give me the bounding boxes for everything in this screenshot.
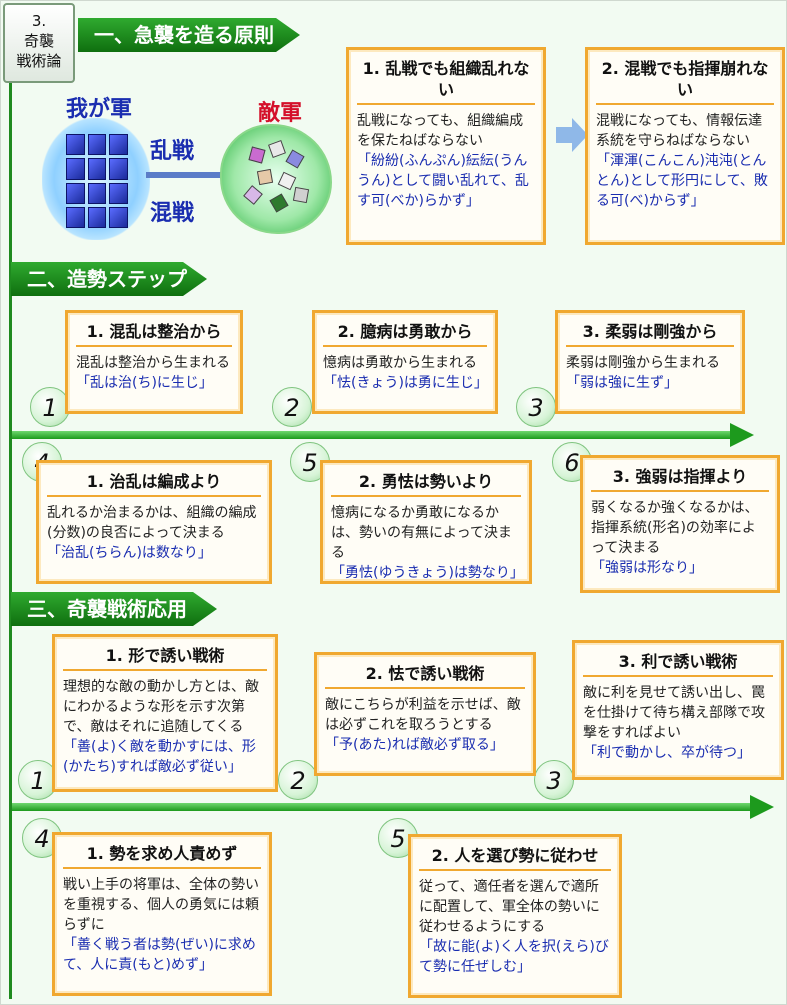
tactic-number-badge: 3	[534, 760, 574, 800]
tactic-quote: 「利で動かし、卒が待つ」	[583, 745, 751, 761]
tactic-desc: 敵にこちらが利益を示せば、敵は必ずこれを取ろうとする	[325, 697, 521, 733]
tactic-title: 1. 勢を求め人責めず	[63, 843, 261, 869]
step-title: 1. 治乱は編成より	[47, 471, 261, 497]
step-title: 2. 勇怯は勢いより	[331, 471, 521, 497]
principle-box-1: 1. 乱戦でも組織乱れない 乱戦になっても、組織編成を保たねばならない 「紛紛(…	[346, 47, 546, 245]
vertical-rail	[9, 74, 12, 999]
step-box-4: 1. 治乱は編成より 乱れるか治まるかは、組織の編成(分数)の良否によって決まる…	[36, 460, 272, 584]
principle-desc: 混戦になっても、情報伝達系統を守らねばならない	[596, 113, 763, 149]
tactic-desc: 戦い上手の将軍は、全体の勢いを重視する、個人の勇気には頼らずに	[63, 877, 259, 933]
section-banner-2: 二、造勢ステップ	[11, 262, 207, 296]
tactic-quote: 「善(よ)く敵を動かすには、形(かたち)すれば敵必ず従い」	[63, 739, 256, 775]
step-quote: 「怯(きょう)は勇に生じ」	[323, 375, 488, 391]
tactic-title: 2. 人を選び勢に従わせ	[419, 845, 611, 871]
step-title: 3. 柔弱は剛強から	[566, 321, 734, 347]
step-box-5: 2. 勇怯は勢いより 憶病になるか勇敢になるかは、勢いの有無によって決まる 「勇…	[320, 460, 532, 584]
tactic-box-5: 2. 人を選び勢に従わせ 従って、適任者を選んで適所に配置して、軍全体の勢いに従…	[408, 834, 622, 998]
principle-title: 1. 乱戦でも組織乱れない	[357, 58, 535, 105]
section-banner-1: 一、急襲を造る原則	[78, 18, 300, 52]
timeline-axis-1	[12, 423, 754, 447]
step-desc: 乱れるか治まるかは、組織の編成(分数)の良否によって決まる	[47, 505, 257, 541]
our-army-formation-icon	[66, 134, 128, 228]
step-desc: 憶病になるか勇敢になるかは、勢いの有無によって決まる	[331, 505, 512, 561]
step-quote: 「乱は治(ち)に生じ」	[76, 375, 213, 391]
tactic-box-3: 3. 利で誘い戦術 敵に利を見せて誘い出し、罠を仕掛けて待ち構え部隊で攻撃をすれ…	[572, 640, 784, 780]
chapter-number: 3.	[31, 12, 47, 30]
step-desc: 弱くなるか強くなるかは、指揮系統(形名)の効率によって決まる	[591, 500, 759, 556]
tactic-desc: 従って、適任者を選んで適所に配置して、軍全体の勢いに従わせるようにする	[419, 879, 600, 935]
step-title: 3. 強弱は指揮より	[591, 466, 769, 492]
tactic-desc: 敵に利を見せて誘い出し、罠を仕掛けて待ち構え部隊で攻撃をすればよい	[583, 685, 765, 741]
step-box-3: 3. 柔弱は剛強から 柔弱は剛強から生まれる 「弱は強に生ず」	[555, 310, 745, 414]
step-title: 1. 混乱は整治から	[76, 321, 232, 347]
principle-quote: 「紛紛(ふんぷん)紜紜(うんうん)として闘い乱れて、乱す可(べか)らかず」	[357, 153, 529, 209]
step-box-1: 1. 混乱は整治から 混乱は整治から生まれる 「乱は治(ち)に生じ」	[65, 310, 243, 414]
tactic-number-badge: 2	[278, 760, 318, 800]
step-quote: 「弱は強に生ず」	[566, 375, 678, 391]
melee-label-1: 乱戦	[150, 139, 195, 164]
step-quote: 「勇怯(ゆうきょう)は勢なり」	[331, 565, 524, 581]
melee-label-2: 混戦	[150, 201, 195, 226]
tactic-box-4: 1. 勢を求め人責めず 戦い上手の将軍は、全体の勢いを重視する、個人の勇気には頼…	[52, 832, 272, 996]
step-title: 2. 臆病は勇敢から	[323, 321, 487, 347]
advance-arrow-icon	[146, 166, 234, 184]
tactic-title: 3. 利で誘い戦術	[583, 651, 773, 677]
step-quote: 「強弱は形なり」	[591, 560, 703, 576]
tactic-title: 2. 怯で誘い戦術	[325, 663, 525, 689]
principle-box-2: 2. 混戦でも指揮崩れない 混戦になっても、情報伝達系統を守らねばならない 「渾…	[585, 47, 785, 245]
tactic-quote: 「予(あた)れば敵必ず取る」	[325, 737, 504, 753]
enemy-label: 敵軍	[258, 101, 303, 126]
chapter-title-line1: 奇襲	[23, 32, 54, 50]
tactic-title: 1. 形で誘い戦術	[63, 645, 267, 671]
tactic-desc: 理想的な敵の動かし方とは、敵にわかるような形を示す次第で、敵はそれに追随してくる	[63, 679, 259, 735]
step-number-badge: 3	[516, 387, 556, 427]
principle-quote: 「渾渾(こんこん)沌沌(とんとん)として形円にして、敗る可(べ)からず」	[596, 153, 768, 209]
step-desc: 混乱は整治から生まれる	[76, 355, 230, 371]
step-number-badge: 2	[272, 387, 312, 427]
step-desc: 柔弱は剛強から生まれる	[566, 355, 720, 371]
step-number-badge: 1	[30, 387, 70, 427]
timeline-axis-2	[12, 795, 774, 819]
step-box-6: 3. 強弱は指揮より 弱くなるか強くなるかは、指揮系統(形名)の効率によって決ま…	[580, 455, 780, 593]
section-banner-3: 三、奇襲戦術応用	[11, 592, 217, 626]
step-box-2: 2. 臆病は勇敢から 憶病は勇敢から生まれる 「怯(きょう)は勇に生じ」	[312, 310, 498, 414]
chapter-title-line2: 戦術論	[16, 52, 62, 70]
step-quote: 「治乱(ちらん)は数なり」	[47, 545, 212, 561]
step-desc: 憶病は勇敢から生まれる	[323, 355, 477, 371]
chapter-badge: 3. 奇襲 戦術論	[3, 3, 75, 83]
tactic-box-2: 2. 怯で誘い戦術 敵にこちらが利益を示せば、敵は必ずこれを取ろうとする 「予(…	[314, 652, 536, 776]
tactic-quote: 「故に能(よ)く人を択(えら)びて勢に任ぜしむ」	[419, 939, 609, 975]
next-arrow-icon	[556, 118, 588, 152]
principle-title: 2. 混戦でも指揮崩れない	[596, 58, 774, 105]
tactic-quote: 「善く戦う者は勢(ぜい)に求めて、人に責(もと)めず」	[63, 937, 256, 973]
principle-desc: 乱戦になっても、組織編成を保たねばならない	[357, 113, 524, 149]
tactic-box-1: 1. 形で誘い戦術 理想的な敵の動かし方とは、敵にわかるような形を示す次第で、敵…	[52, 634, 278, 792]
